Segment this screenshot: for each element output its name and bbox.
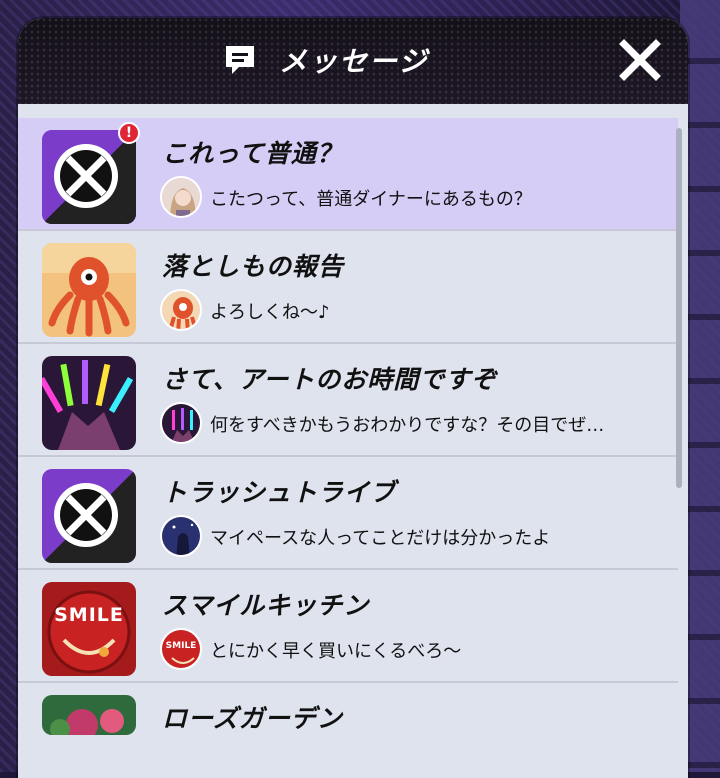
panel-header: メッセージ (18, 18, 688, 104)
glowstick-avatar-icon (160, 402, 202, 444)
message-item[interactable]: ! これって普通？ こたつって、普通ダイナーにあるもの？ (18, 118, 678, 231)
message-preview: マイペースな人ってことだけは分かったよ (210, 528, 551, 549)
smile-avatar-text: SMILE (165, 641, 197, 651)
smile-logo-icon: SMILE (42, 582, 136, 676)
smile-logo-text: SMILE (54, 604, 124, 626)
trash-tribe-logo-icon (42, 469, 136, 563)
octopus-character-icon (42, 243, 136, 337)
rose-garden-icon (42, 695, 136, 735)
message-title: これって普通？ (162, 139, 343, 168)
glowstick-hands-icon (42, 356, 136, 450)
message-title: トラッシュトライブ (162, 478, 397, 507)
message-item[interactable]: SMILE スマイルキッチン SMILE とにかく早く買いにくるべろ～ (18, 570, 678, 683)
message-preview: よろしくね～♪ (210, 302, 330, 323)
close-icon[interactable] (618, 38, 662, 82)
message-title: スマイルキッチン (162, 591, 370, 620)
night-avatar-icon (160, 515, 202, 557)
message-list: ! これって普通？ こたつって、普通ダイナーにあるもの？ 落としもの報告 よろし… (18, 118, 678, 778)
header-title-group: メッセージ (223, 40, 428, 80)
page-title: メッセージ (279, 45, 429, 78)
message-preview: 何をすべきかもうおわかりですな？その目でぜ… (210, 415, 605, 436)
girl-avatar-icon (160, 176, 202, 218)
smile-avatar-icon: SMILE (160, 628, 202, 670)
message-item[interactable]: トラッシュトライブ マイペースな人ってことだけは分かったよ (18, 457, 678, 570)
trash-tribe-logo-icon (42, 130, 136, 224)
message-item[interactable]: 落としもの報告 よろしくね～♪ (18, 231, 678, 344)
message-item[interactable]: ローズガーデン (18, 683, 678, 778)
message-preview: とにかく早く買いにくるべろ～ (210, 641, 462, 662)
unread-badge: ! (118, 122, 140, 144)
message-item[interactable]: さて、アートのお時間ですぞ 何をすべきかもうおわかりですな？その目でぜ… (18, 344, 678, 457)
scrollbar[interactable] (676, 128, 682, 488)
message-title: ローズガーデン (162, 704, 343, 733)
messages-panel: メッセージ ! これって普通？ こたつって、普通ダイナーにあるもの？ 落としもの… (18, 18, 688, 778)
chat-bubble-icon (226, 46, 254, 74)
octopus-avatar-icon (160, 289, 202, 331)
message-title: さて、アートのお時間ですぞ (162, 365, 498, 394)
message-preview: こたつって、普通ダイナーにあるもの？ (210, 189, 532, 210)
message-title: 落としもの報告 (162, 252, 345, 281)
